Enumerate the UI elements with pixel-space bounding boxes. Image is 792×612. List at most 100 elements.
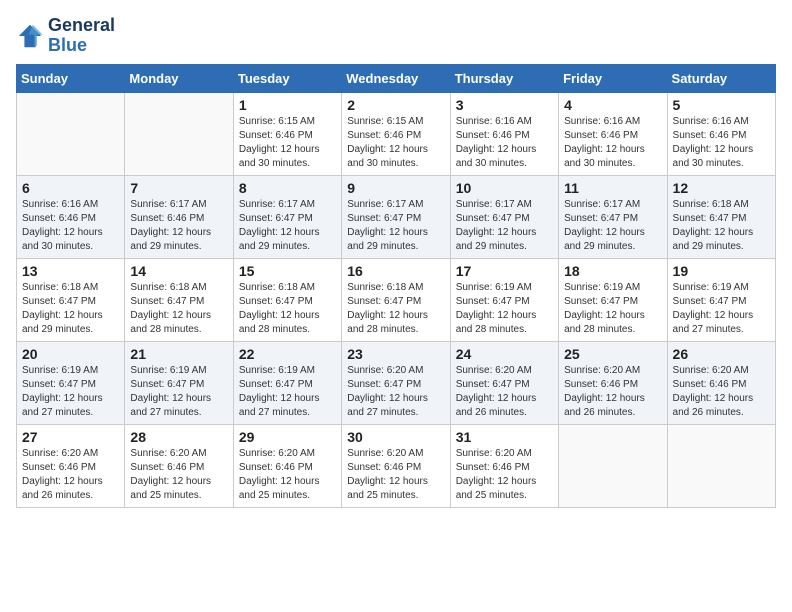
calendar-cell: [559, 424, 667, 507]
day-number: 8: [239, 180, 336, 196]
day-number: 14: [130, 263, 227, 279]
day-detail: Sunrise: 6:17 AMSunset: 6:47 PMDaylight:…: [456, 198, 553, 254]
day-number: 29: [239, 429, 336, 445]
day-detail: Sunrise: 6:19 AMSunset: 6:47 PMDaylight:…: [564, 281, 661, 337]
day-detail: Sunrise: 6:18 AMSunset: 6:47 PMDaylight:…: [347, 281, 444, 337]
day-detail: Sunrise: 6:19 AMSunset: 6:47 PMDaylight:…: [456, 281, 553, 337]
calendar-cell: 14 Sunrise: 6:18 AMSunset: 6:47 PMDayligh…: [125, 258, 233, 341]
day-number: 7: [130, 180, 227, 196]
day-detail: Sunrise: 6:20 AMSunset: 6:46 PMDaylight:…: [22, 447, 119, 503]
day-detail: Sunrise: 6:20 AMSunset: 6:47 PMDaylight:…: [456, 364, 553, 420]
calendar-cell: 18 Sunrise: 6:19 AMSunset: 6:47 PMDayligh…: [559, 258, 667, 341]
calendar-cell: [17, 92, 125, 175]
calendar-cell: 15 Sunrise: 6:18 AMSunset: 6:47 PMDayligh…: [233, 258, 341, 341]
day-detail: Sunrise: 6:17 AMSunset: 6:46 PMDaylight:…: [130, 198, 227, 254]
day-number: 16: [347, 263, 444, 279]
calendar-cell: 25Sunrise: 6:20 AMSunset: 6:46 PMDayligh…: [559, 341, 667, 424]
day-detail: Sunrise: 6:20 AMSunset: 6:47 PMDaylight:…: [347, 364, 444, 420]
calendar-cell: 5Sunrise: 6:16 AMSunset: 6:46 PMDaylight…: [667, 92, 775, 175]
day-number: 20: [22, 346, 119, 362]
day-number: 6: [22, 180, 119, 196]
calendar-cell: 19 Sunrise: 6:19 AMSunset: 6:47 PMDayligh…: [667, 258, 775, 341]
day-number: 30: [347, 429, 444, 445]
day-detail: Sunrise: 6:20 AMSunset: 6:46 PMDaylight:…: [130, 447, 227, 503]
calendar-cell: [125, 92, 233, 175]
day-detail: Sunrise: 6:18 AMSunset: 6:47 PMDaylight:…: [673, 198, 770, 254]
day-detail: Sunrise: 6:19 AMSunset: 6:47 PMDaylight:…: [130, 364, 227, 420]
day-number: 4: [564, 97, 661, 113]
calendar-cell: 3 Sunrise: 6:16 AMSunset: 6:46 PMDaylight…: [450, 92, 558, 175]
calendar-cell: 16 Sunrise: 6:18 AMSunset: 6:47 PMDayligh…: [342, 258, 450, 341]
calendar-cell: 30 Sunrise: 6:20 AMSunset: 6:46 PMDayligh…: [342, 424, 450, 507]
calendar-cell: 9 Sunrise: 6:17 AMSunset: 6:47 PMDaylight…: [342, 175, 450, 258]
day-number: 31: [456, 429, 553, 445]
calendar-cell: 6 Sunrise: 6:16 AMSunset: 6:46 PMDaylight…: [17, 175, 125, 258]
day-detail: Sunrise: 6:17 AMSunset: 6:47 PMDaylight:…: [564, 198, 661, 254]
calendar-header-friday: Friday: [559, 64, 667, 92]
day-number: 1: [239, 97, 336, 113]
calendar-cell: 27Sunrise: 6:20 AMSunset: 6:46 PMDayligh…: [17, 424, 125, 507]
calendar-cell: 23Sunrise: 6:20 AMSunset: 6:47 PMDayligh…: [342, 341, 450, 424]
calendar-cell: 21Sunrise: 6:19 AMSunset: 6:47 PMDayligh…: [125, 341, 233, 424]
day-number: 10: [456, 180, 553, 196]
day-number: 12: [673, 180, 770, 196]
calendar-cell: 31 Sunrise: 6:20 AMSunset: 6:46 PMDayligh…: [450, 424, 558, 507]
calendar-week-row: 6 Sunrise: 6:16 AMSunset: 6:46 PMDaylight…: [17, 175, 776, 258]
day-number: 13: [22, 263, 119, 279]
day-number: 3: [456, 97, 553, 113]
calendar-week-row: 1 Sunrise: 6:15 AMSunset: 6:46 PMDaylight…: [17, 92, 776, 175]
day-detail: Sunrise: 6:15 AMSunset: 6:46 PMDaylight:…: [347, 115, 444, 171]
day-detail: Sunrise: 6:16 AMSunset: 6:46 PMDaylight:…: [22, 198, 119, 254]
day-detail: Sunrise: 6:16 AMSunset: 6:46 PMDaylight:…: [564, 115, 661, 171]
calendar-header-thursday: Thursday: [450, 64, 558, 92]
calendar-cell: 20Sunrise: 6:19 AMSunset: 6:47 PMDayligh…: [17, 341, 125, 424]
calendar-cell: 7 Sunrise: 6:17 AMSunset: 6:46 PMDaylight…: [125, 175, 233, 258]
day-detail: Sunrise: 6:18 AMSunset: 6:47 PMDaylight:…: [130, 281, 227, 337]
day-detail: Sunrise: 6:17 AMSunset: 6:47 PMDaylight:…: [347, 198, 444, 254]
day-detail: Sunrise: 6:20 AMSunset: 6:46 PMDaylight:…: [239, 447, 336, 503]
calendar-cell: 17Sunrise: 6:19 AMSunset: 6:47 PMDayligh…: [450, 258, 558, 341]
calendar-header-monday: Monday: [125, 64, 233, 92]
day-number: 22: [239, 346, 336, 362]
calendar-header-wednesday: Wednesday: [342, 64, 450, 92]
calendar-cell: 10 Sunrise: 6:17 AMSunset: 6:47 PMDayligh…: [450, 175, 558, 258]
day-number: 26: [673, 346, 770, 362]
day-detail: Sunrise: 6:16 AMSunset: 6:46 PMDaylight:…: [456, 115, 553, 171]
day-number: 25: [564, 346, 661, 362]
day-detail: Sunrise: 6:20 AMSunset: 6:46 PMDaylight:…: [673, 364, 770, 420]
day-detail: Sunrise: 6:18 AMSunset: 6:47 PMDaylight:…: [239, 281, 336, 337]
day-number: 9: [347, 180, 444, 196]
day-detail: Sunrise: 6:15 AMSunset: 6:46 PMDaylight:…: [239, 115, 336, 171]
calendar-week-row: 20 Sunrise: 6:19 AMSunset: 6:47 PMDayligh…: [17, 341, 776, 424]
day-detail: Sunrise: 6:16 AMSunset: 6:46 PMDaylight:…: [673, 115, 770, 171]
calendar-cell: 4 Sunrise: 6:16 AMSunset: 6:46 PMDaylight…: [559, 92, 667, 175]
calendar-cell: 11Sunrise: 6:17 AMSunset: 6:47 PMDayligh…: [559, 175, 667, 258]
day-number: 28: [130, 429, 227, 445]
day-detail: Sunrise: 6:17 AMSunset: 6:47 PMDaylight:…: [239, 198, 336, 254]
logo-icon: [16, 22, 44, 50]
calendar-cell: 22Sunrise: 6:19 AMSunset: 6:47 PMDayligh…: [233, 341, 341, 424]
day-detail: Sunrise: 6:20 AMSunset: 6:46 PMDaylight:…: [456, 447, 553, 503]
calendar-cell: 13 Sunrise: 6:18 AMSunset: 6:47 PMDayligh…: [17, 258, 125, 341]
day-detail: Sunrise: 6:20 AMSunset: 6:46 PMDaylight:…: [347, 447, 444, 503]
day-number: 19: [673, 263, 770, 279]
calendar-header-row: SundayMondayTuesdayWednesdayThursdayFrid…: [17, 64, 776, 92]
page-header: General Blue: [16, 16, 776, 56]
calendar-cell: 12 Sunrise: 6:18 AMSunset: 6:47 PMDayligh…: [667, 175, 775, 258]
calendar-header-saturday: Saturday: [667, 64, 775, 92]
day-detail: Sunrise: 6:18 AMSunset: 6:47 PMDaylight:…: [22, 281, 119, 337]
calendar-cell: 26 Sunrise: 6:20 AMSunset: 6:46 PMDayligh…: [667, 341, 775, 424]
calendar-cell: 2Sunrise: 6:15 AMSunset: 6:46 PMDaylight…: [342, 92, 450, 175]
calendar-week-row: 27Sunrise: 6:20 AMSunset: 6:46 PMDayligh…: [17, 424, 776, 507]
calendar-cell: 29 Sunrise: 6:20 AMSunset: 6:46 PMDayligh…: [233, 424, 341, 507]
calendar-week-row: 13 Sunrise: 6:18 AMSunset: 6:47 PMDayligh…: [17, 258, 776, 341]
day-detail: Sunrise: 6:19 AMSunset: 6:47 PMDaylight:…: [673, 281, 770, 337]
day-number: 18: [564, 263, 661, 279]
day-number: 24: [456, 346, 553, 362]
logo-text: General Blue: [48, 16, 115, 56]
calendar-header-tuesday: Tuesday: [233, 64, 341, 92]
calendar-cell: 24 Sunrise: 6:20 AMSunset: 6:47 PMDayligh…: [450, 341, 558, 424]
calendar-cell: 8 Sunrise: 6:17 AMSunset: 6:47 PMDaylight…: [233, 175, 341, 258]
day-number: 15: [239, 263, 336, 279]
calendar-cell: [667, 424, 775, 507]
